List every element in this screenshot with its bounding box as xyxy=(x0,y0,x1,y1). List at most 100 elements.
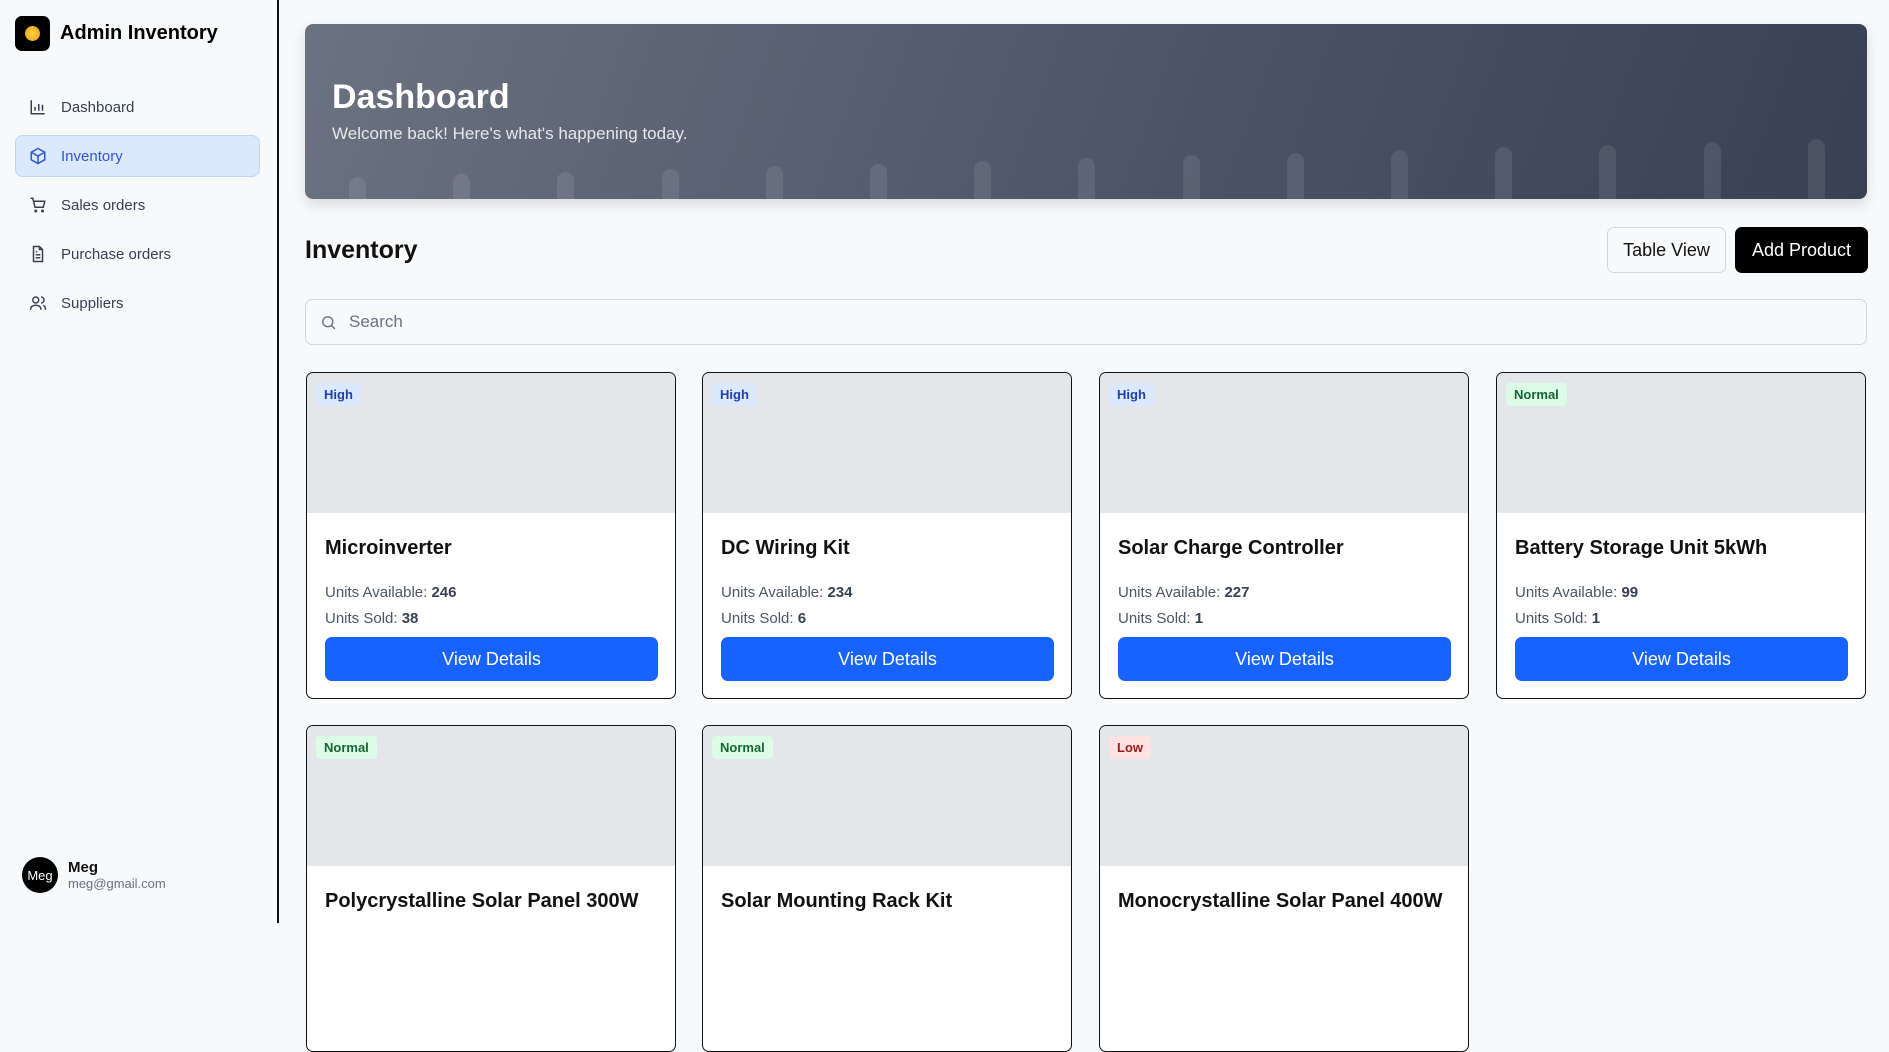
app-title: Admin Inventory xyxy=(60,22,218,44)
banner-title: Dashboard xyxy=(332,78,510,116)
units-available-label: Units Available: xyxy=(1515,584,1618,601)
avatar: Meg xyxy=(22,857,58,893)
table-view-button[interactable]: Table View xyxy=(1607,227,1726,273)
product-card[interactable]: Normal Polycrystalline Solar Panel 300W xyxy=(306,725,676,1052)
search-input[interactable] xyxy=(349,312,1749,332)
sidebar-item-suppliers[interactable]: Suppliers xyxy=(15,282,260,324)
units-sold: Units Sold: 6 xyxy=(721,610,806,627)
units-sold-label: Units Sold: xyxy=(325,610,398,627)
bar-chart-icon xyxy=(30,100,45,115)
product-name: Microinverter xyxy=(325,537,452,559)
units-available-value: 234 xyxy=(827,584,853,601)
document-icon xyxy=(32,245,44,263)
brand[interactable]: Admin Inventory xyxy=(15,16,218,51)
sidebar: Admin Inventory Dashboard Inventory Sale… xyxy=(0,0,279,923)
units-sold: Units Sold: 1 xyxy=(1118,610,1203,627)
sidebar-item-dashboard[interactable]: Dashboard xyxy=(15,86,260,128)
decorative-bar xyxy=(1495,147,1513,199)
view-details-button[interactable]: View Details xyxy=(325,637,658,681)
units-available: Units Available: 227 xyxy=(1118,584,1250,601)
units-available: Units Available: 234 xyxy=(721,584,853,601)
decorative-bar xyxy=(557,171,575,199)
units-available-label: Units Available: xyxy=(721,584,824,601)
sidebar-item-label: Sales orders xyxy=(61,196,146,214)
product-name: DC Wiring Kit xyxy=(721,537,850,559)
decorative-bar xyxy=(1599,144,1617,199)
units-sold-value: 38 xyxy=(401,610,419,627)
welcome-banner: Dashboard Welcome back! Here's what's ha… xyxy=(305,24,1867,199)
stock-level-badge: High xyxy=(1109,383,1154,406)
decorative-bar xyxy=(1078,158,1096,199)
product-card[interactable]: Low Monocrystalline Solar Panel 400W xyxy=(1099,725,1469,1052)
decorative-bar xyxy=(974,160,992,199)
product-image-placeholder: Normal xyxy=(307,726,675,866)
stock-level-badge: Low xyxy=(1109,736,1151,759)
view-details-button[interactable]: View Details xyxy=(721,637,1054,681)
decorative-bar xyxy=(1703,141,1721,199)
units-sold-label: Units Sold: xyxy=(721,610,794,627)
product-image-placeholder: Normal xyxy=(703,726,1071,866)
decorative-bar xyxy=(1182,155,1200,199)
view-details-button[interactable]: View Details xyxy=(1515,637,1848,681)
page-title: Inventory xyxy=(305,236,418,264)
units-sold-label: Units Sold: xyxy=(1118,610,1191,627)
decorative-bar xyxy=(1807,139,1825,199)
sidebar-item-label: Dashboard xyxy=(61,98,135,116)
product-image-placeholder: Low xyxy=(1100,726,1468,866)
sidebar-item-sales-orders[interactable]: Sales orders xyxy=(15,184,260,226)
search-bar[interactable] xyxy=(305,299,1867,345)
sidebar-item-purchase-orders[interactable]: Purchase orders xyxy=(15,233,260,275)
stock-level-badge: High xyxy=(712,383,757,406)
user-profile[interactable]: Meg Meg meg@gmail.com xyxy=(22,857,166,893)
decorative-bar xyxy=(661,168,679,199)
product-card[interactable]: High Microinverter Units Available: 246 U… xyxy=(306,372,676,699)
stock-level-badge: Normal xyxy=(1506,383,1567,406)
sun-logo-icon xyxy=(15,16,50,51)
banner-subtitle: Welcome back! Here's what's happening to… xyxy=(332,124,688,143)
units-sold-value: 6 xyxy=(797,610,807,627)
product-image-placeholder: Normal xyxy=(1497,373,1865,513)
sidebar-item-inventory[interactable]: Inventory xyxy=(15,135,260,177)
units-sold-value: 1 xyxy=(1194,610,1204,627)
sidebar-item-label: Purchase orders xyxy=(61,245,172,263)
sidebar-item-label: Suppliers xyxy=(61,294,124,312)
cart-icon xyxy=(30,197,46,213)
product-card[interactable]: High DC Wiring Kit Units Available: 234 U… xyxy=(702,372,1072,699)
units-available-label: Units Available: xyxy=(1118,584,1221,601)
units-available-value: 227 xyxy=(1224,584,1250,601)
decorative-bar xyxy=(1391,150,1408,199)
product-card[interactable]: Normal Battery Storage Unit 5kWh Units Av… xyxy=(1496,372,1866,699)
stock-level-badge: Normal xyxy=(712,736,773,759)
units-sold: Units Sold: 1 xyxy=(1515,610,1600,627)
units-available-value: 246 xyxy=(431,584,457,601)
product-name: Monocrystalline Solar Panel 400W xyxy=(1118,890,1443,912)
sidebar-item-label: Inventory xyxy=(61,147,123,165)
product-name: Solar Mounting Rack Kit xyxy=(721,890,953,912)
product-image-placeholder: High xyxy=(307,373,675,513)
view-details-button[interactable]: View Details xyxy=(1118,637,1451,681)
user-name: Meg xyxy=(68,859,98,876)
product-card[interactable]: High Solar Charge Controller Units Availa… xyxy=(1099,372,1469,699)
sidebar-nav: Dashboard Inventory Sales orders Purchas… xyxy=(15,86,260,331)
product-card[interactable]: Normal Solar Mounting Rack Kit xyxy=(702,725,1072,1052)
units-available-label: Units Available: xyxy=(325,584,428,601)
product-name: Polycrystalline Solar Panel 300W xyxy=(325,890,639,912)
stock-level-badge: Normal xyxy=(316,736,377,759)
search-icon xyxy=(322,315,336,329)
units-sold-value: 1 xyxy=(1591,610,1601,627)
product-image-placeholder: High xyxy=(1100,373,1468,513)
add-product-button[interactable]: Add Product xyxy=(1735,227,1868,273)
product-name: Battery Storage Unit 5kWh xyxy=(1515,537,1768,559)
box-icon xyxy=(30,147,46,165)
decorative-bar xyxy=(1286,152,1304,199)
decorative-bar xyxy=(765,166,783,199)
stock-level-badge: High xyxy=(316,383,361,406)
units-sold: Units Sold: 38 xyxy=(325,610,418,627)
units-available: Units Available: 246 xyxy=(325,584,457,601)
decorative-bar xyxy=(870,163,887,199)
decorative-bar xyxy=(453,174,471,199)
units-available: Units Available: 99 xyxy=(1515,584,1638,601)
user-email: meg@gmail.com xyxy=(68,876,166,891)
product-image-placeholder: High xyxy=(703,373,1071,513)
units-available-value: 99 xyxy=(1621,584,1639,601)
